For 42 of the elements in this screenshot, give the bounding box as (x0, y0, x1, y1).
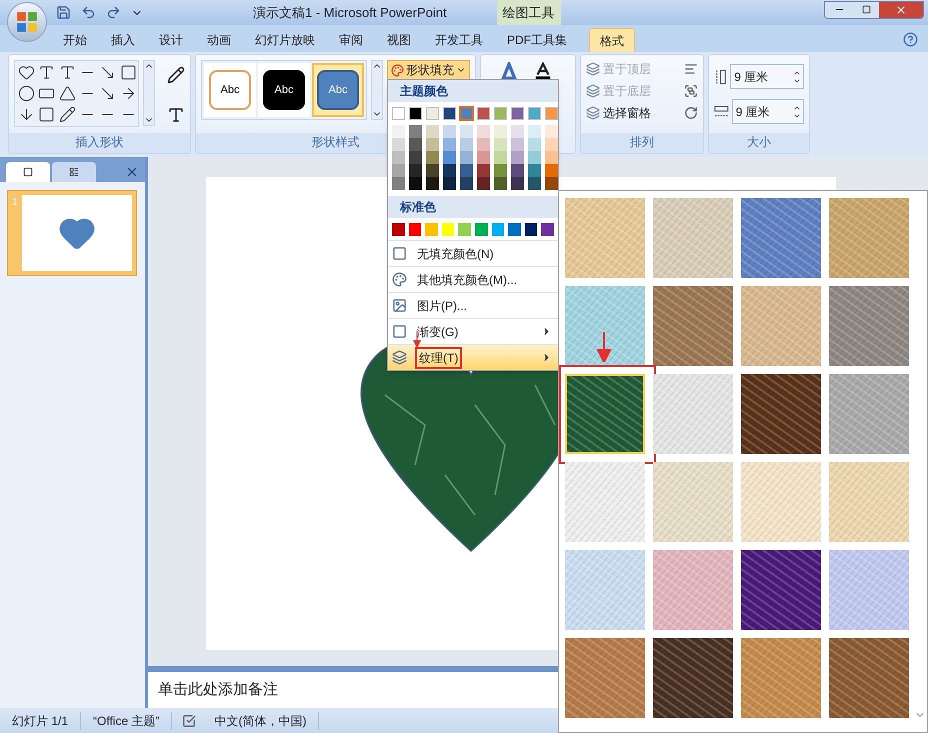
menu-item-label: 纹理(T) (415, 346, 462, 368)
menu-heading: 主题颜色 (388, 80, 558, 102)
shape-style-option[interactable]: Abc (258, 63, 310, 117)
status-text: 中文(简体，中国) (202, 712, 320, 730)
ribbon-tab[interactable]: 插入 (101, 28, 145, 52)
size-field[interactable]: 9 厘米 (730, 64, 804, 89)
status-text: 幻灯片 1/1 (0, 712, 82, 730)
menu-item-label: 其他填充颜色(M)... (416, 272, 518, 288)
arrange-button[interactable]: 选择窗格 (586, 104, 651, 122)
ribbon-tab[interactable]: 格式 (589, 28, 635, 52)
menu-item[interactable]: 其他填充颜色(M)... (388, 267, 558, 292)
status-text: “Office 主题” (81, 712, 172, 730)
context-tab-label: 绘图工具 (496, 0, 561, 25)
window-title: 演示文稿1 - Microsoft PowerPoint (253, 4, 447, 22)
menu-item-label: 渐变(G) (416, 324, 460, 340)
style-preview: Abc (209, 70, 251, 110)
group-label: 大小 (709, 133, 809, 153)
menu-item[interactable]: 纹理(T) (388, 345, 558, 370)
ribbon-tab[interactable]: 动画 (197, 28, 241, 52)
ribbon-tab[interactable]: 开始 (53, 28, 97, 52)
menu-item[interactable]: 无填充颜色(N) (388, 241, 558, 266)
style-preview: Abc (263, 70, 305, 110)
ribbon-tab[interactable]: 视图 (377, 28, 421, 52)
ribbon-tab[interactable]: 设计 (149, 28, 193, 52)
ribbon-tab[interactable]: 幻灯片放映 (245, 28, 325, 52)
menu-item[interactable]: 渐变(G) (388, 319, 558, 344)
ribbon-tab[interactable]: 审阅 (329, 28, 373, 52)
ribbon-tab[interactable]: 开发工具 (425, 28, 493, 52)
group-label: 插入形状 (9, 133, 190, 153)
shape-style-option[interactable]: Abc (312, 63, 364, 117)
slide-number: 1 (12, 196, 18, 210)
menu-heading: 标准色 (388, 196, 558, 218)
size-field[interactable]: 9 厘米 (732, 99, 804, 124)
menu-item[interactable]: 图片(P)... (388, 293, 558, 318)
group-label: 排列 (581, 133, 703, 153)
menu-item-label: 无填充颜色(N) (416, 246, 495, 262)
style-preview: Abc (317, 70, 359, 110)
ribbon-tab[interactable]: PDF工具集 (497, 28, 577, 52)
menu-item-label: 图片(P)... (416, 298, 468, 314)
shape-style-option[interactable]: Abc (204, 63, 256, 117)
shape-fill-button[interactable]: 形状填充 (387, 60, 470, 80)
notes-placeholder: 单击此处添加备注 (158, 680, 278, 700)
